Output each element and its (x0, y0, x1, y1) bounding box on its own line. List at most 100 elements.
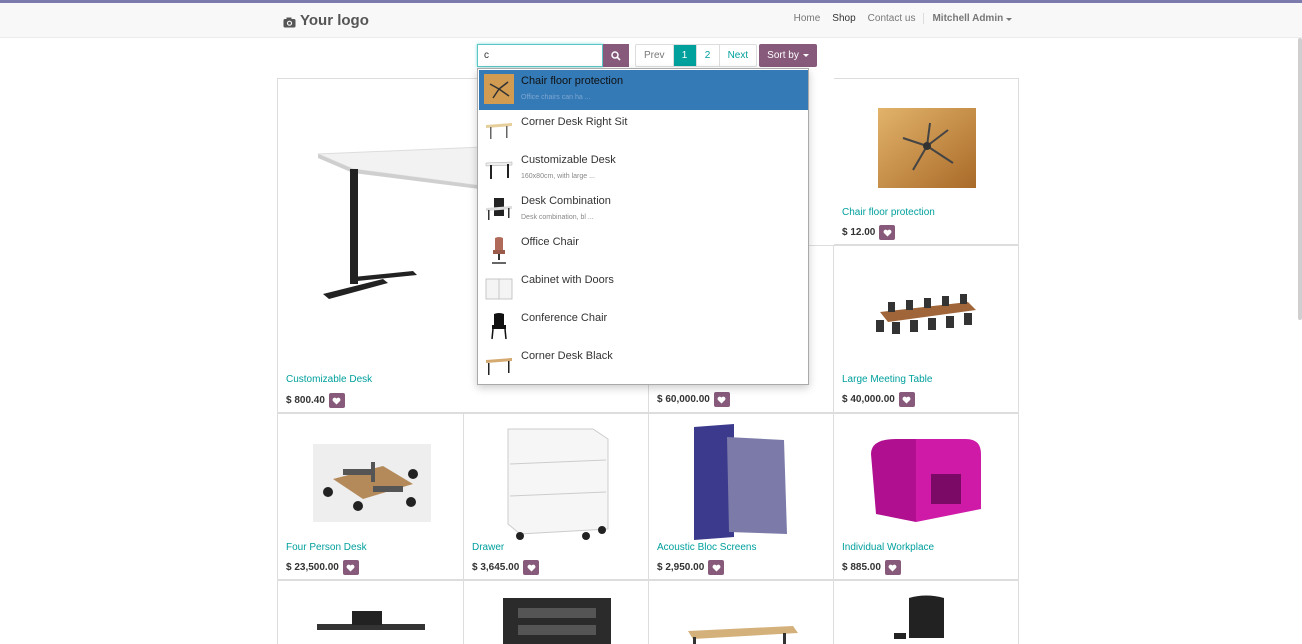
main-menu: Home Shop Contact us Mitchell Admin (794, 13, 1012, 24)
heart-icon (889, 564, 897, 572)
product-image[interactable] (889, 593, 964, 644)
autocomplete-title: Corner Desk Right Sit (521, 116, 628, 128)
product-price: $ 60,000.00 (657, 392, 730, 407)
wishlist-button[interactable] (884, 560, 901, 575)
product-card[interactable] (464, 580, 649, 644)
heart-icon (902, 396, 911, 404)
search-button[interactable] (603, 44, 629, 67)
autocomplete-title: Conference Chair (521, 312, 608, 324)
autocomplete-title: Chair floor protection (521, 75, 624, 87)
product-search (477, 44, 629, 67)
price-value: $ 23,500.00 (286, 562, 339, 573)
pager-prev[interactable]: Prev (636, 45, 673, 66)
search-icon (611, 50, 621, 61)
product-image[interactable] (498, 593, 616, 644)
product-card[interactable]: Four Person Desk $ 23,500.00 (278, 413, 464, 580)
autocomplete-item[interactable]: Office Chair (479, 231, 808, 269)
pager-next[interactable]: Next (718, 45, 757, 66)
product-price: $ 23,500.00 (286, 560, 359, 575)
product-card[interactable]: Large Meeting Table $ 40,000.00 (834, 245, 1019, 413)
autocomplete-item[interactable]: Desk Combination Desk combination, bl ..… (479, 190, 808, 228)
page-scrollbar[interactable] (1298, 38, 1302, 320)
nav-shop[interactable]: Shop (832, 13, 855, 24)
wishlist-button[interactable] (523, 560, 540, 575)
autocomplete-item[interactable]: Cabinet with Doors (479, 269, 808, 307)
autocomplete-description: 160x80cm, with large ... (521, 173, 595, 180)
autocomplete-item[interactable]: Conference Chair (479, 307, 808, 345)
chevron-down-icon (1006, 18, 1012, 21)
heart-icon (883, 229, 892, 237)
wishlist-button[interactable] (898, 392, 915, 407)
product-name[interactable]: Individual Workplace (842, 542, 934, 553)
product-card[interactable]: Chair floor protection $ 12.00 (834, 78, 1019, 245)
autocomplete-title: Corner Desk Black (521, 350, 613, 362)
nav-home[interactable]: Home (794, 13, 821, 24)
product-image[interactable] (498, 424, 616, 542)
price-value: $ 12.00 (842, 227, 876, 238)
product-card[interactable]: Drawer $ 3,645.00 (464, 413, 649, 580)
product-name[interactable]: Four Person Desk (286, 542, 367, 553)
autocomplete-description: Desk combination, bl ... (521, 214, 594, 221)
autocomplete-title: Desk Combination (521, 195, 611, 207)
logo[interactable]: Your logo (283, 12, 369, 29)
autocomplete-item[interactable]: Chair floor protection Office chairs can… (479, 70, 808, 110)
autocomplete-title: Office Chair (521, 236, 579, 248)
product-card[interactable] (834, 580, 1019, 644)
pager-page-1[interactable]: 1 (672, 45, 696, 66)
wishlist-button[interactable] (708, 560, 725, 575)
wishlist-button[interactable] (879, 225, 896, 240)
product-price: $ 40,000.00 (842, 392, 915, 407)
product-name[interactable]: Acoustic Bloc Screens (657, 542, 757, 553)
product-price: $ 3,645.00 (472, 560, 540, 575)
product-thumbnail (485, 278, 513, 300)
product-name[interactable]: Drawer (472, 542, 504, 553)
autocomplete-item[interactable]: Corner Desk Black (479, 345, 808, 383)
product-price: $ 2,950.00 (657, 560, 725, 575)
price-value: $ 800.40 (286, 395, 325, 406)
navbar: Your logo Home Shop Contact us Mitchell … (0, 3, 1302, 38)
product-name[interactable]: Chair floor protection (842, 207, 935, 218)
autocomplete-item[interactable]: Customizable Desk 160x80cm, with large .… (479, 149, 808, 187)
product-name[interactable]: Large Meeting Table (842, 374, 932, 385)
wishlist-button[interactable] (342, 560, 359, 575)
product-thumbnail (486, 198, 512, 220)
wishlist-button[interactable] (328, 393, 345, 408)
product-card[interactable]: Individual Workplace $ 885.00 (834, 413, 1019, 580)
product-card[interactable] (649, 580, 834, 644)
user-name: Mitchell Admin (932, 13, 1004, 24)
product-thumbnail (486, 358, 512, 375)
sort-by-dropdown[interactable]: Sort by (759, 44, 817, 67)
camera-icon (283, 15, 296, 28)
price-value: $ 2,950.00 (657, 562, 705, 573)
product-card[interactable]: Acoustic Bloc Screens $ 2,950.00 (649, 413, 834, 580)
product-image[interactable] (878, 108, 976, 188)
product-price: $ 800.40 (286, 393, 345, 408)
wishlist-button[interactable] (713, 392, 730, 407)
price-value: $ 40,000.00 (842, 394, 895, 405)
product-price: $ 12.00 (842, 225, 896, 240)
pager: Prev 1 2 Next (635, 44, 758, 67)
product-image[interactable] (313, 444, 431, 522)
product-name[interactable]: Customizable Desk (286, 374, 372, 385)
product-thumbnail (492, 237, 506, 264)
heart-icon (527, 564, 536, 572)
autocomplete-title: Customizable Desk (521, 154, 616, 166)
product-thumbnail (485, 161, 513, 179)
price-value: $ 60,000.00 (657, 394, 710, 405)
product-image[interactable] (689, 422, 794, 542)
product-image[interactable] (868, 290, 986, 344)
heart-icon (333, 397, 341, 405)
product-image[interactable] (866, 434, 986, 526)
product-card[interactable] (278, 580, 464, 644)
product-image[interactable] (312, 609, 430, 644)
chevron-down-icon (802, 54, 809, 57)
nav-contact[interactable]: Contact us (868, 13, 916, 24)
product-thumbnail (486, 123, 512, 139)
product-image[interactable] (683, 621, 801, 644)
autocomplete-title: Cabinet with Doors (521, 274, 614, 286)
user-menu[interactable]: Mitchell Admin (923, 13, 1012, 24)
autocomplete-item[interactable]: Corner Desk Right Sit (479, 111, 808, 149)
heart-icon (712, 564, 721, 572)
search-input[interactable] (477, 44, 603, 67)
pager-page-2[interactable]: 2 (695, 45, 719, 66)
